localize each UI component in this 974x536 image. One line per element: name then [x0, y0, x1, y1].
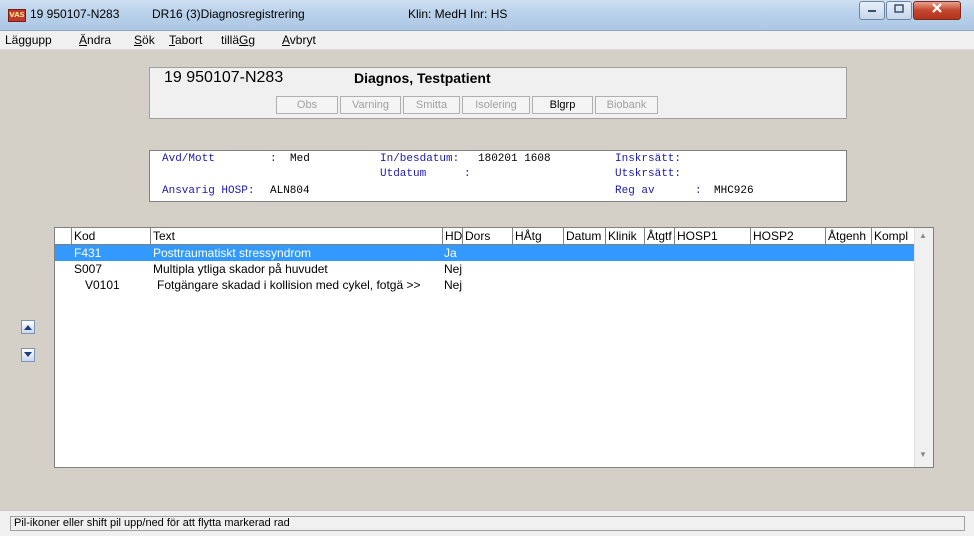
col-hosp1[interactable]: HOSP1: [674, 228, 750, 244]
status-message: Pil-ikoner eller shift pil upp/ned för a…: [10, 516, 965, 531]
grid-header-indicator: [55, 228, 71, 244]
menu-tabort[interactable]: Tabort: [169, 33, 202, 47]
flag-varning-button[interactable]: Varning: [340, 96, 401, 114]
cell-hd: Nej: [444, 278, 462, 292]
col-kod[interactable]: Kod: [71, 228, 150, 244]
patient-header: 19 950107-N283 Diagnos, Testpatient Obs …: [149, 67, 847, 119]
utdatum-label: Utdatum: [380, 168, 427, 180]
inskr-label: Inskrsätt:: [615, 153, 682, 165]
scroll-down-icon[interactable]: ▼: [919, 450, 927, 459]
utdatum-sep: :: [464, 168, 471, 180]
cell-hd: Ja: [444, 246, 457, 260]
regav-sep: :: [695, 185, 702, 197]
flag-smitta-button[interactable]: Smitta: [403, 96, 460, 114]
inbes-label: In/besdatum:: [380, 153, 460, 165]
col-hd[interactable]: HD: [442, 228, 462, 244]
flag-isolering-button[interactable]: Isolering: [462, 96, 530, 114]
window-title-patient: 19 950107-N283: [30, 7, 120, 21]
col-atgtf[interactable]: Åtgtf: [644, 228, 674, 244]
patient-name: Diagnos, Testpatient: [354, 70, 491, 86]
minimize-icon: [867, 3, 877, 17]
ansvarig-value: ALN804: [270, 185, 310, 197]
menu-sok[interactable]: Sök: [134, 33, 155, 47]
table-row[interactable]: V0101 Fotgängare skadad i kollision med …: [55, 277, 915, 293]
minimize-button[interactable]: [859, 1, 885, 20]
title-bar[interactable]: VAS 19 950107-N283 DR16 (3)Diagnosregist…: [0, 0, 974, 31]
col-atgenh[interactable]: Åtgenh: [825, 228, 871, 244]
grid-vertical-scrollbar[interactable]: ▲ ▼: [914, 228, 933, 467]
col-hosp2[interactable]: HOSP2: [750, 228, 825, 244]
move-row-down-button[interactable]: [21, 348, 35, 362]
cell-kod: S007: [74, 262, 103, 276]
col-dors[interactable]: Dors: [462, 228, 512, 244]
avd-sep: :: [270, 153, 277, 165]
arrow-up-icon: [24, 325, 32, 330]
diagnosis-grid[interactable]: Kod Text HD Dors HÅtg Datum Klinik Åtgtf…: [54, 227, 934, 468]
window-title-clinic: Klin: MedH Inr: HS: [408, 7, 508, 21]
scroll-up-icon[interactable]: ▲: [919, 231, 927, 240]
cell-kod: V0101: [85, 278, 120, 292]
col-text[interactable]: Text: [150, 228, 442, 244]
grid-header: Kod Text HD Dors HÅtg Datum Klinik Åtgtf…: [55, 228, 915, 245]
cell-text: Posttraumatiskt stressyndrom: [153, 246, 312, 260]
flag-obs-button[interactable]: Obs: [276, 96, 338, 114]
flag-blgrp-button[interactable]: Blgrp: [532, 96, 593, 114]
close-button[interactable]: [913, 1, 961, 20]
flag-biobank-button[interactable]: Biobank: [595, 96, 658, 114]
menu-andra[interactable]: Ändra: [79, 33, 111, 47]
avd-value: Med: [290, 153, 310, 165]
maximize-icon: [894, 3, 904, 17]
avd-label: Avd/Mott: [162, 153, 215, 165]
ansvarig-label: Ansvarig HOSP:: [162, 185, 255, 197]
menu-avbryt[interactable]: Avbryt: [282, 33, 316, 47]
window-title-module: DR16 (3)Diagnosregistrering: [152, 7, 305, 21]
move-row-up-button[interactable]: [21, 320, 35, 334]
arrow-down-icon: [24, 352, 32, 357]
cell-hd: Nej: [444, 262, 462, 276]
status-bar: Pil-ikoner eller shift pil upp/ned för a…: [0, 510, 974, 536]
col-datum[interactable]: Datum: [563, 228, 605, 244]
close-icon: [931, 3, 943, 17]
cell-text: Fotgängare skadad i kollision med cykel,…: [157, 278, 421, 292]
maximize-button[interactable]: [886, 1, 912, 20]
table-row[interactable]: S007 Multipla ytliga skador på huvudet N…: [55, 261, 915, 277]
inbes-value: 180201 1608: [478, 153, 551, 165]
app-logo-icon: VAS: [8, 9, 26, 22]
regav-label: Reg av: [615, 185, 655, 197]
menu-laggupp[interactable]: Läggupp: [5, 33, 52, 47]
regav-value: MHC926: [714, 185, 754, 197]
col-klinik[interactable]: Klinik: [605, 228, 644, 244]
col-hatg[interactable]: HÅtg: [512, 228, 563, 244]
menu-bar: Läggupp Ändra Sök Tabort tilläGg Avbryt: [0, 31, 974, 50]
menu-tillagg[interactable]: tilläGg: [221, 33, 255, 47]
cell-kod: F431: [74, 246, 102, 260]
admission-info-panel: Avd/Mott : Med Ansvarig HOSP: ALN804 In/…: [149, 150, 847, 202]
cell-text: Multipla ytliga skador på huvudet: [153, 262, 328, 276]
utskr-label: Utskrsätt:: [615, 168, 682, 180]
patient-id: 19 950107-N283: [164, 69, 284, 86]
col-kompl[interactable]: Kompl: [871, 228, 915, 244]
table-row[interactable]: F431 Posttraumatiskt stressyndrom Ja: [55, 245, 915, 261]
